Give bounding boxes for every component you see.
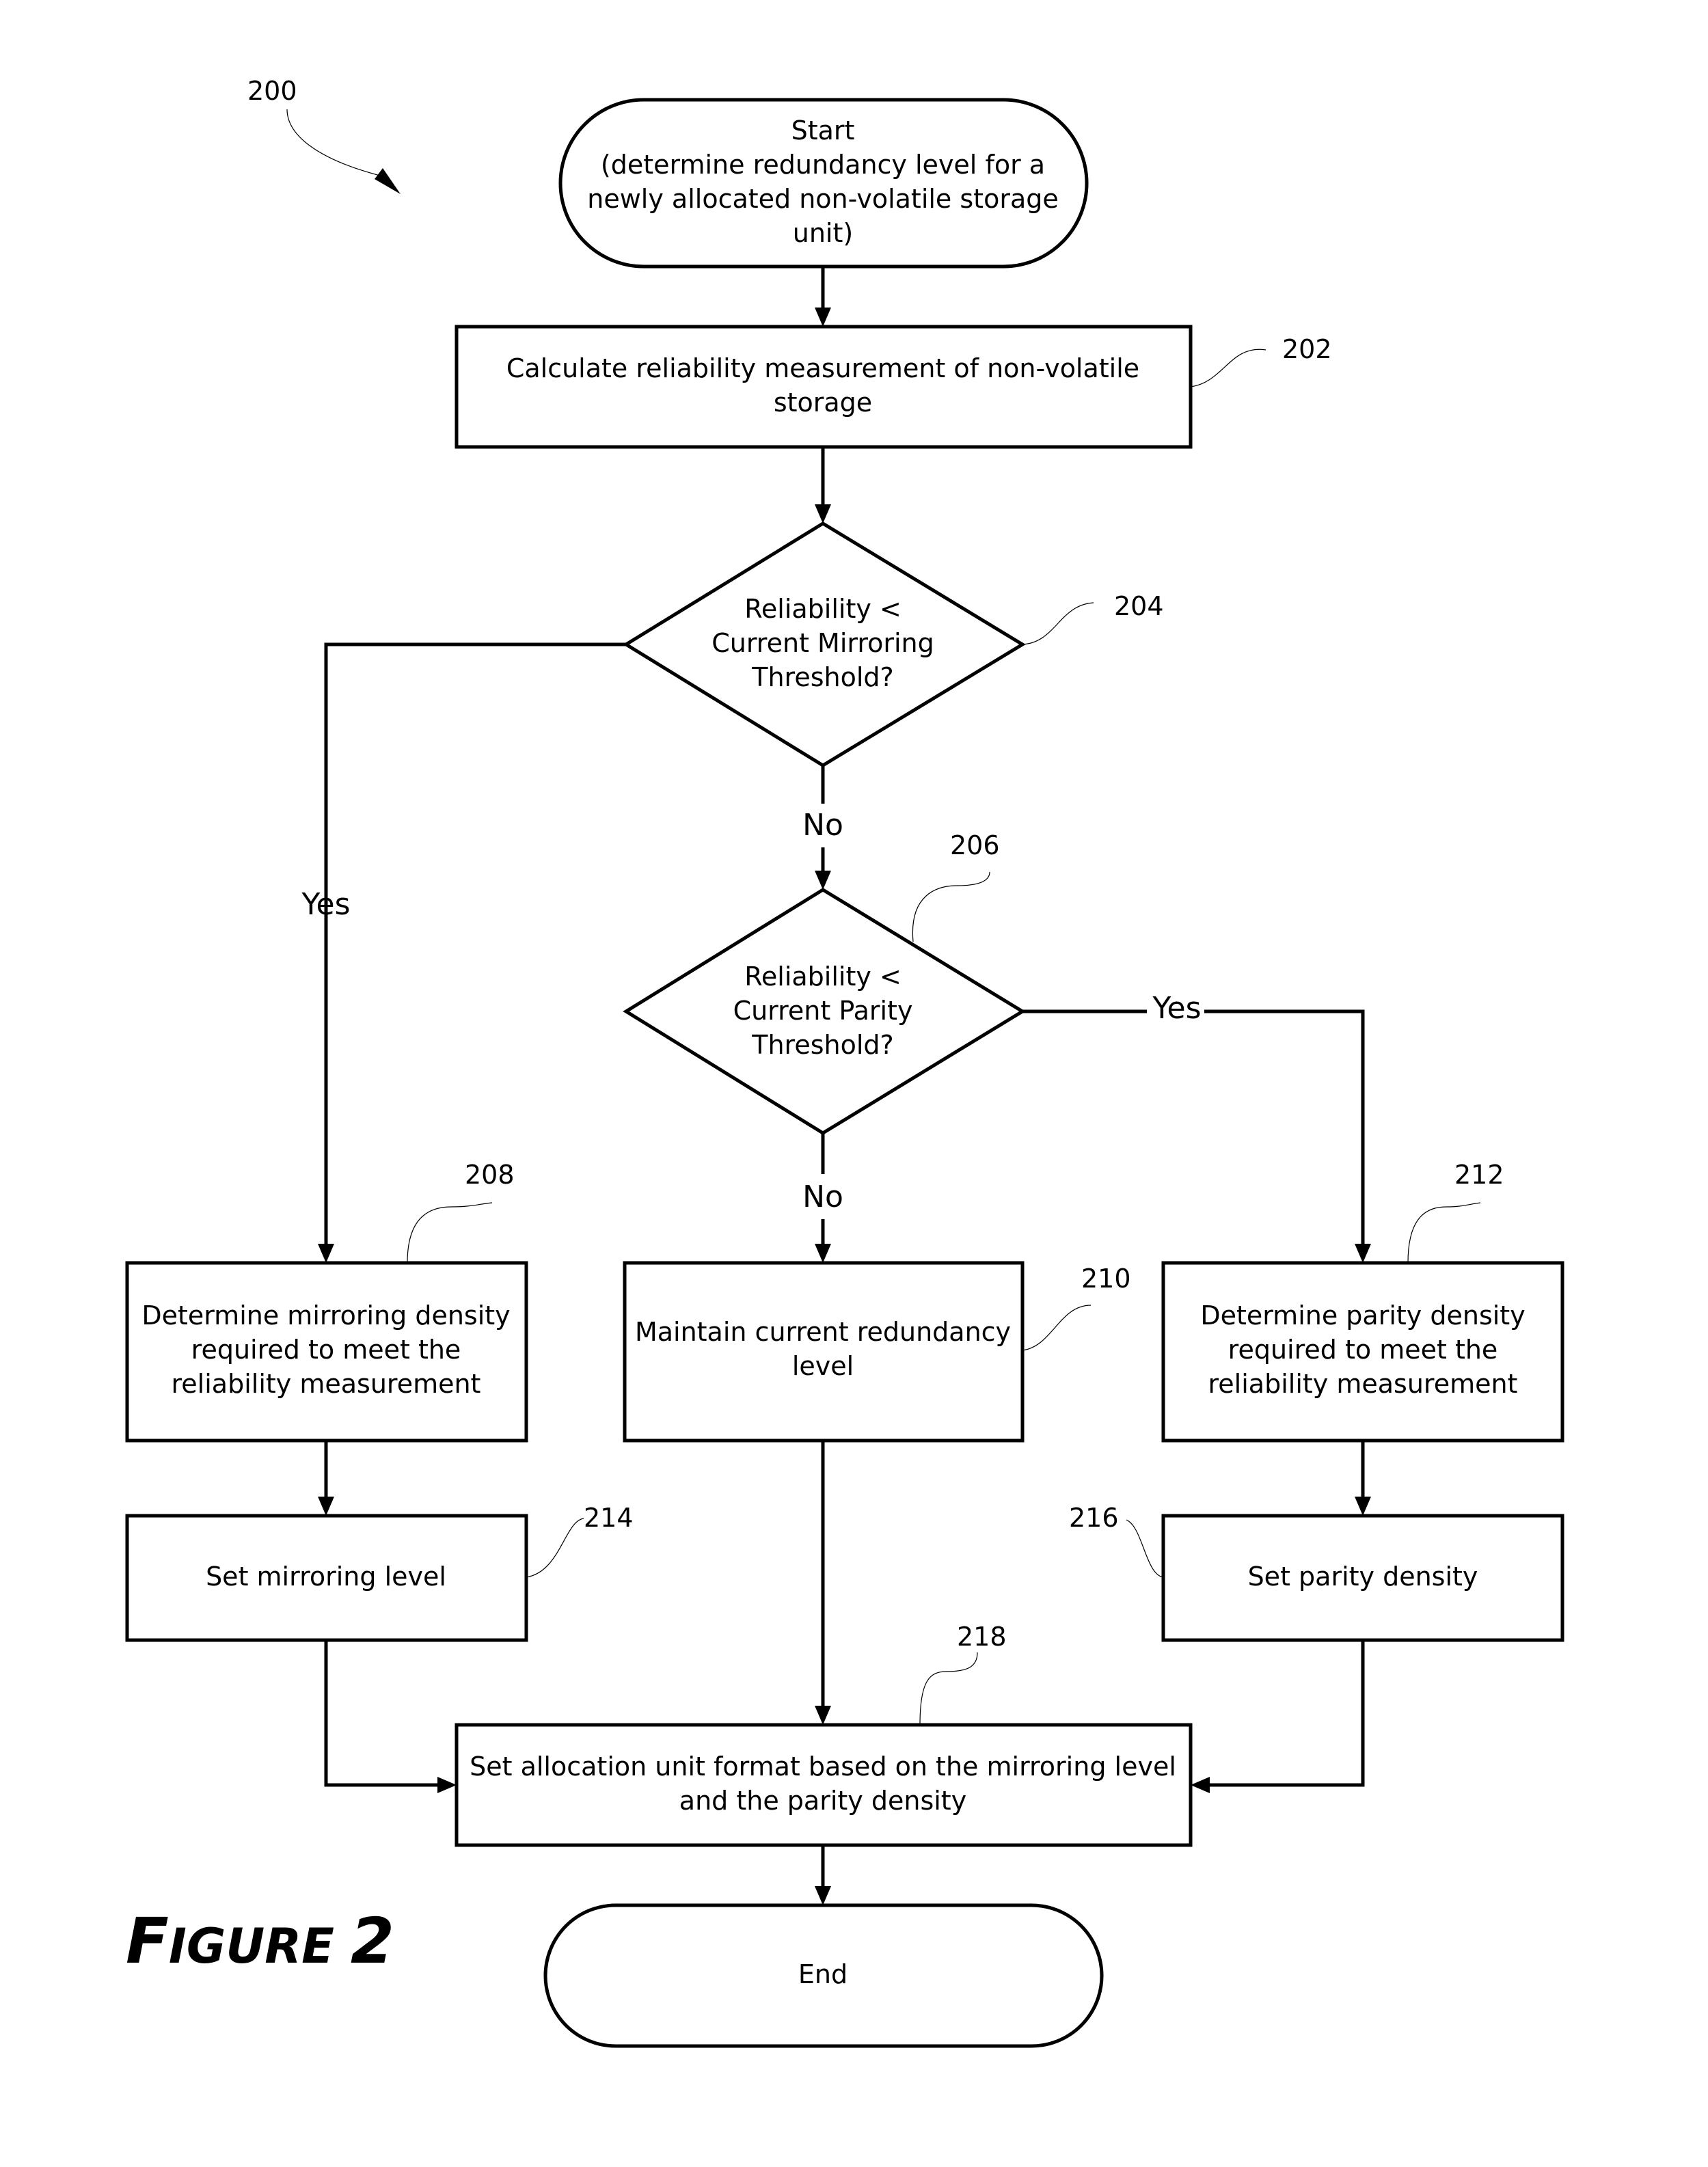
node-216: Set parity density 216: [1069, 1503, 1564, 1642]
node-text-line: storage: [774, 387, 872, 418]
node-202: Calculate reliability measurement of non…: [455, 325, 1332, 449]
node-text-line: Current Parity: [733, 996, 913, 1026]
arrowhead-icon: [815, 308, 831, 327]
ref-leader-206: [912, 871, 990, 942]
ref-leader-204: [1022, 602, 1094, 645]
arrowhead-icon: [815, 504, 831, 523]
arrowhead-icon: [815, 1706, 831, 1725]
ref-leader-218: [919, 1652, 978, 1726]
node-text-line: Start: [791, 115, 855, 146]
edge-214-to-218: [324, 1640, 439, 1787]
node-text-line: level: [792, 1351, 854, 1381]
figure-reference-arrowhead-icon: [375, 168, 401, 194]
arrowhead-icon: [318, 1497, 334, 1516]
node-start: Start (determine redundancy level for a …: [558, 98, 1089, 269]
arrowhead-icon: [437, 1777, 457, 1793]
node-text-line: and the parity density: [679, 1786, 966, 1816]
node-text-line: Reliability <: [744, 962, 902, 992]
node-204: Reliability < Current Mirroring Threshol…: [623, 521, 1164, 767]
ref-number-206: 206: [950, 830, 1000, 860]
edge-label-204-yes: Yes: [301, 887, 350, 922]
node-210: Maintain current redundancy level 210: [623, 1261, 1131, 1443]
edge-206-yes-to-212: [1022, 1009, 1365, 1245]
node-text-line: reliability measurement: [1208, 1369, 1518, 1399]
arrowhead-icon: [1355, 1244, 1371, 1263]
ref-leader-214: [526, 1518, 584, 1578]
ref-number-202: 202: [1282, 334, 1332, 364]
node-text-line: unit): [793, 218, 853, 248]
ref-number-204: 204: [1114, 591, 1164, 621]
arrowhead-icon: [1355, 1497, 1371, 1516]
edge-label-206-no: No: [802, 1180, 843, 1214]
ref-number-216: 216: [1069, 1503, 1119, 1533]
ref-leader-216: [1126, 1519, 1164, 1578]
flowchart-diagram: 200 Yes No Yes No Start (determine redun…: [125, 76, 1564, 2048]
ref-number-212: 212: [1454, 1160, 1504, 1190]
node-text-line: Determine mirroring density: [141, 1300, 510, 1331]
ref-number-214: 214: [584, 1503, 634, 1533]
node-text-line: (determine redundancy level for a: [601, 150, 1045, 180]
node-text-line: Reliability <: [744, 594, 902, 624]
arrowhead-icon: [815, 1886, 831, 1905]
figure-caption-number: 2: [351, 1905, 394, 1978]
ref-leader-202: [1190, 349, 1266, 387]
figure-caption-initial: F: [126, 1905, 169, 1978]
node-text-line: newly allocated non-volatile storage: [587, 184, 1059, 214]
node-text-line: Set mirroring level: [206, 1562, 446, 1592]
ref-leader-212: [1407, 1202, 1481, 1264]
arrowhead-icon: [1191, 1777, 1210, 1793]
arrowhead-icon: [815, 1244, 831, 1263]
node-text-line: Calculate reliability measurement of non…: [506, 353, 1139, 383]
node-text-line: Set parity density: [1248, 1562, 1478, 1592]
figure-reference-leader: [286, 109, 383, 177]
node-text-line: Current Mirroring: [711, 628, 934, 658]
arrowhead-icon: [815, 871, 831, 890]
arrowhead-icon: [318, 1244, 334, 1263]
node-text-line: required to meet the: [1228, 1335, 1498, 1365]
node-text-line: Determine parity density: [1200, 1300, 1525, 1331]
ref-number-210: 210: [1081, 1264, 1131, 1294]
node-text-line: End: [798, 1959, 848, 1989]
figure-reference: 200: [247, 76, 401, 194]
ref-number-208: 208: [465, 1160, 515, 1190]
figure-caption-word: IGURE: [169, 1918, 334, 1974]
ref-number-218: 218: [957, 1622, 1007, 1652]
edge-216-to-218: [1208, 1640, 1365, 1787]
edge-label-206-yes: Yes: [1152, 991, 1201, 1026]
node-text-line: Threshold?: [751, 662, 893, 692]
process-box-202: [455, 325, 1193, 449]
figure-caption: FIGURE 2: [126, 1905, 394, 1978]
node-text-line: Threshold?: [751, 1030, 893, 1060]
node-end: End: [543, 1903, 1104, 2048]
node-text-line: Maintain current redundancy: [635, 1317, 1011, 1347]
node-text-line: reliability measurement: [172, 1369, 481, 1399]
node-214: Set mirroring level 214: [125, 1503, 634, 1642]
edge-204-yes-to-208: [324, 642, 626, 1245]
node-text-line: Set allocation unit format based on the …: [470, 1752, 1176, 1782]
ref-leader-208: [407, 1202, 493, 1264]
process-box-218: [455, 1723, 1193, 1847]
node-text-line: required to meet the: [191, 1335, 461, 1365]
ref-leader-210: [1022, 1305, 1092, 1351]
edge-label-204-no: No: [802, 808, 843, 843]
figure-reference-number: 200: [247, 76, 297, 106]
